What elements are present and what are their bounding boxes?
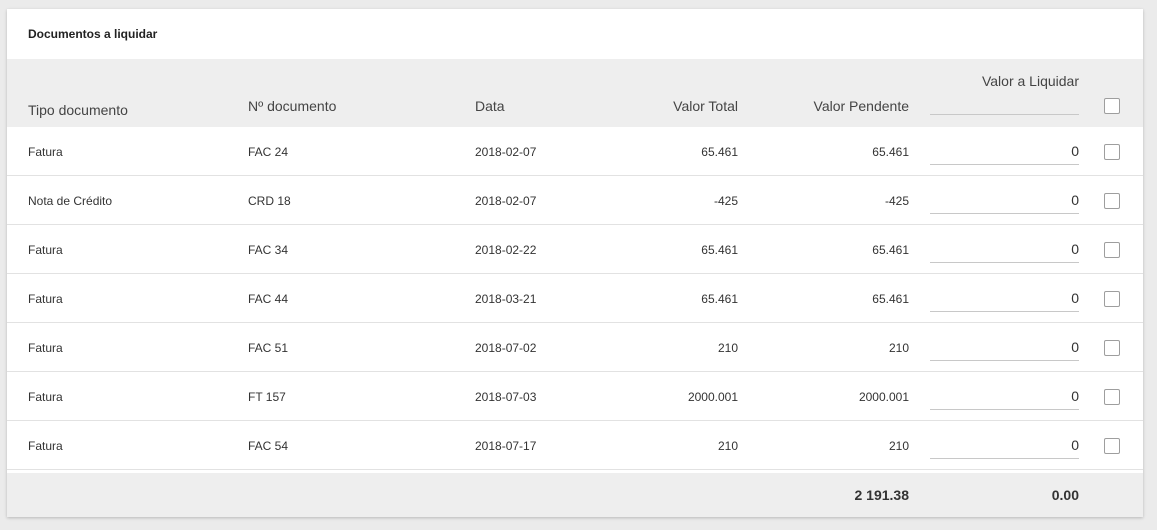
row-select-checkbox[interactable] [1104,144,1120,160]
cell-data: 2018-07-17 [475,439,537,453]
valor-liquidar-input[interactable] [930,335,1079,359]
cell-numero: FT 157 [248,390,286,404]
cell-valor-pendente: -425 [884,194,909,208]
cell-tipo: Fatura [28,292,63,306]
cell-numero: FAC 54 [248,439,289,453]
valor-liquidar-field [930,139,1079,165]
cell-valor-total: 2000.001 [687,390,738,404]
valor-liquidar-input[interactable] [930,139,1079,163]
cell-valor-pendente: 65.461 [872,292,909,306]
cell-valor-total: 210 [717,439,738,453]
column-header-numero: Nº documento [248,98,337,114]
cell-data: 2018-02-07 [475,194,537,208]
valor-liquidar-field [930,335,1079,361]
cell-data: 2018-07-02 [475,341,537,355]
valor-liquidar-input[interactable] [930,237,1079,261]
row-select-checkbox[interactable] [1104,340,1120,356]
cell-valor-total: 210 [717,341,738,355]
cell-numero: FAC 24 [248,145,289,159]
cell-data: 2018-03-21 [475,292,537,306]
cell-tipo: Fatura [28,243,63,257]
cell-numero: FAC 34 [248,243,289,257]
column-header-tipo: Tipo documento [28,102,128,118]
valor-liquidar-field [930,237,1079,263]
cell-tipo: Fatura [28,390,63,404]
cell-numero: FAC 44 [248,292,289,306]
valor-liquidar-field [930,384,1079,410]
table-row: Nota de Crédito CRD 18 2018-02-07 -425 -425 [7,176,1143,225]
row-select-checkbox[interactable] [1104,242,1120,258]
panel-title: Documentos a liquidar [28,27,158,41]
table-footer: 2 191.38 0.00 [7,473,1143,517]
table-row: Fatura FAC 44 2018-03-21 65.461 65.461 [7,274,1143,323]
valor-liquidar-field [930,286,1079,312]
column-header-valor-liquidar: Valor a Liquidar [981,73,1079,89]
cell-valor-total: 65.461 [701,243,738,257]
cell-valor-total: 65.461 [701,292,738,306]
cell-numero: CRD 18 [248,194,291,208]
cell-valor-pendente: 210 [888,341,909,355]
valor-liquidar-input[interactable] [930,286,1079,310]
valor-liquidar-input[interactable] [930,384,1079,408]
column-header-valor-total: Valor Total [673,98,738,114]
table-row: Fatura FAC 34 2018-02-22 65.461 65.461 [7,225,1143,274]
cell-valor-total: 65.461 [701,145,738,159]
valor-liquidar-field [930,188,1079,214]
row-select-checkbox[interactable] [1104,193,1120,209]
cell-tipo: Fatura [28,145,63,159]
cell-valor-total: -425 [713,194,738,208]
row-select-checkbox[interactable] [1104,389,1120,405]
valor-liquidar-input[interactable] [930,188,1079,212]
table-row: Fatura FT 157 2018-07-03 2000.001 2000.001 [7,372,1143,421]
table-row: Fatura FAC 51 2018-07-02 210 210 [7,323,1143,372]
row-select-checkbox[interactable] [1104,438,1120,454]
documents-panel: Documentos a liquidar Tipo documento Nº … [7,9,1143,517]
cell-data: 2018-07-03 [475,390,537,404]
table-row: Fatura FAC 24 2018-02-07 65.461 65.461 [7,127,1143,176]
column-header-data: Data [475,98,505,114]
cell-valor-pendente: 210 [888,439,909,453]
total-valor-liquidar: 0.00 [1051,487,1079,503]
cell-tipo: Fatura [28,341,63,355]
table-row: Fatura FAC 54 2018-07-17 210 210 [7,421,1143,470]
cell-data: 2018-02-22 [475,243,537,257]
row-select-checkbox[interactable] [1104,291,1120,307]
total-valor-pendente: 2 191.38 [854,487,910,503]
cell-valor-pendente: 65.461 [872,145,909,159]
cell-data: 2018-02-07 [475,145,537,159]
cell-valor-pendente: 2000.001 [858,390,909,404]
cell-valor-pendente: 65.461 [872,243,909,257]
valor-liquidar-input[interactable] [930,433,1079,457]
cell-tipo: Nota de Crédito [28,194,113,208]
header-underline [930,114,1079,115]
valor-liquidar-field [930,433,1079,459]
column-header-valor-pendente: Valor Pendente [813,98,909,114]
cell-numero: FAC 51 [248,341,289,355]
table-header: Tipo documento Nº documento Data Valor T… [7,59,1143,127]
select-all-checkbox[interactable] [1104,98,1120,114]
cell-tipo: Fatura [28,439,63,453]
